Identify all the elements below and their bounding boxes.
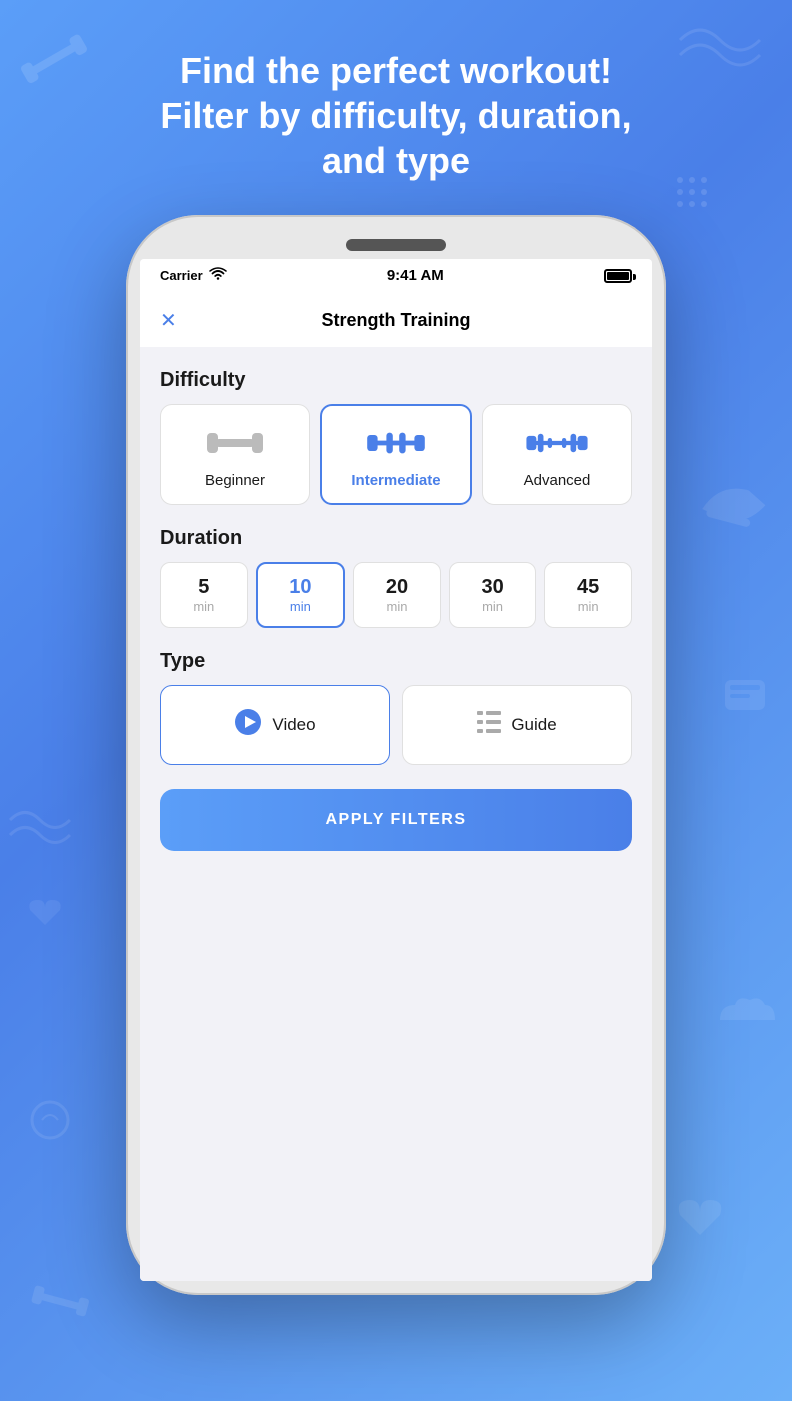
difficulty-section: Difficulty Beginner — [160, 369, 632, 505]
intermediate-label: Intermediate — [351, 472, 440, 489]
duration-20[interactable]: 20 min — [353, 562, 441, 628]
type-guide[interactable]: Guide — [402, 685, 632, 765]
status-bar: Carrier 9:41 AM — [140, 259, 652, 292]
phone-speaker — [346, 239, 446, 251]
apply-filters-button[interactable]: APPLY FILTERS — [160, 789, 632, 851]
difficulty-advanced[interactable]: Advanced — [482, 404, 632, 505]
duration-section: Duration 5 min 10 min 20 min — [160, 527, 632, 628]
hero-section: Find the perfect workout! Filter by diff… — [100, 48, 691, 183]
video-label: Video — [272, 715, 315, 735]
duration-grid: 5 min 10 min 20 min 30 m — [160, 562, 632, 628]
app-title: Strength Training — [321, 310, 470, 331]
advanced-label: Advanced — [524, 472, 591, 489]
duration-label: Duration — [160, 527, 632, 550]
play-icon — [234, 708, 262, 742]
hero-line1: Find the perfect workout! — [180, 50, 612, 91]
app-header: ✕ Strength Training — [140, 292, 652, 347]
difficulty-beginner[interactable]: Beginner — [160, 404, 310, 505]
duration-10[interactable]: 10 min — [256, 562, 346, 628]
difficulty-grid: Beginner — [160, 404, 632, 505]
type-grid: Video — [160, 685, 632, 765]
beginner-label: Beginner — [205, 472, 265, 489]
difficulty-label: Difficulty — [160, 369, 632, 392]
wifi-icon — [209, 267, 227, 284]
hero-line2: Filter by difficulty, duration, — [160, 95, 631, 136]
type-label: Type — [160, 650, 632, 673]
app-content: ✕ Strength Training Difficulty — [140, 292, 652, 1281]
battery-icon — [604, 269, 632, 283]
beginner-dumbbell-icon — [203, 424, 267, 462]
type-video[interactable]: Video — [160, 685, 390, 765]
list-icon — [477, 711, 501, 739]
type-section: Type Video — [160, 650, 632, 765]
hero-line3: and type — [322, 140, 470, 181]
duration-30[interactable]: 30 min — [449, 562, 537, 628]
close-button[interactable]: ✕ — [160, 308, 177, 333]
phone-mockup: Carrier 9:41 AM — [126, 215, 666, 1295]
difficulty-intermediate[interactable]: Intermediate — [320, 404, 472, 505]
status-time: 9:41 AM — [387, 267, 444, 284]
advanced-dumbbell-icon — [525, 424, 589, 462]
phone-screen: Carrier 9:41 AM — [140, 259, 652, 1281]
guide-label: Guide — [511, 715, 556, 735]
duration-5[interactable]: 5 min — [160, 562, 248, 628]
carrier-label: Carrier — [160, 268, 203, 283]
intermediate-dumbbell-icon — [364, 424, 428, 462]
duration-45[interactable]: 45 min — [544, 562, 632, 628]
